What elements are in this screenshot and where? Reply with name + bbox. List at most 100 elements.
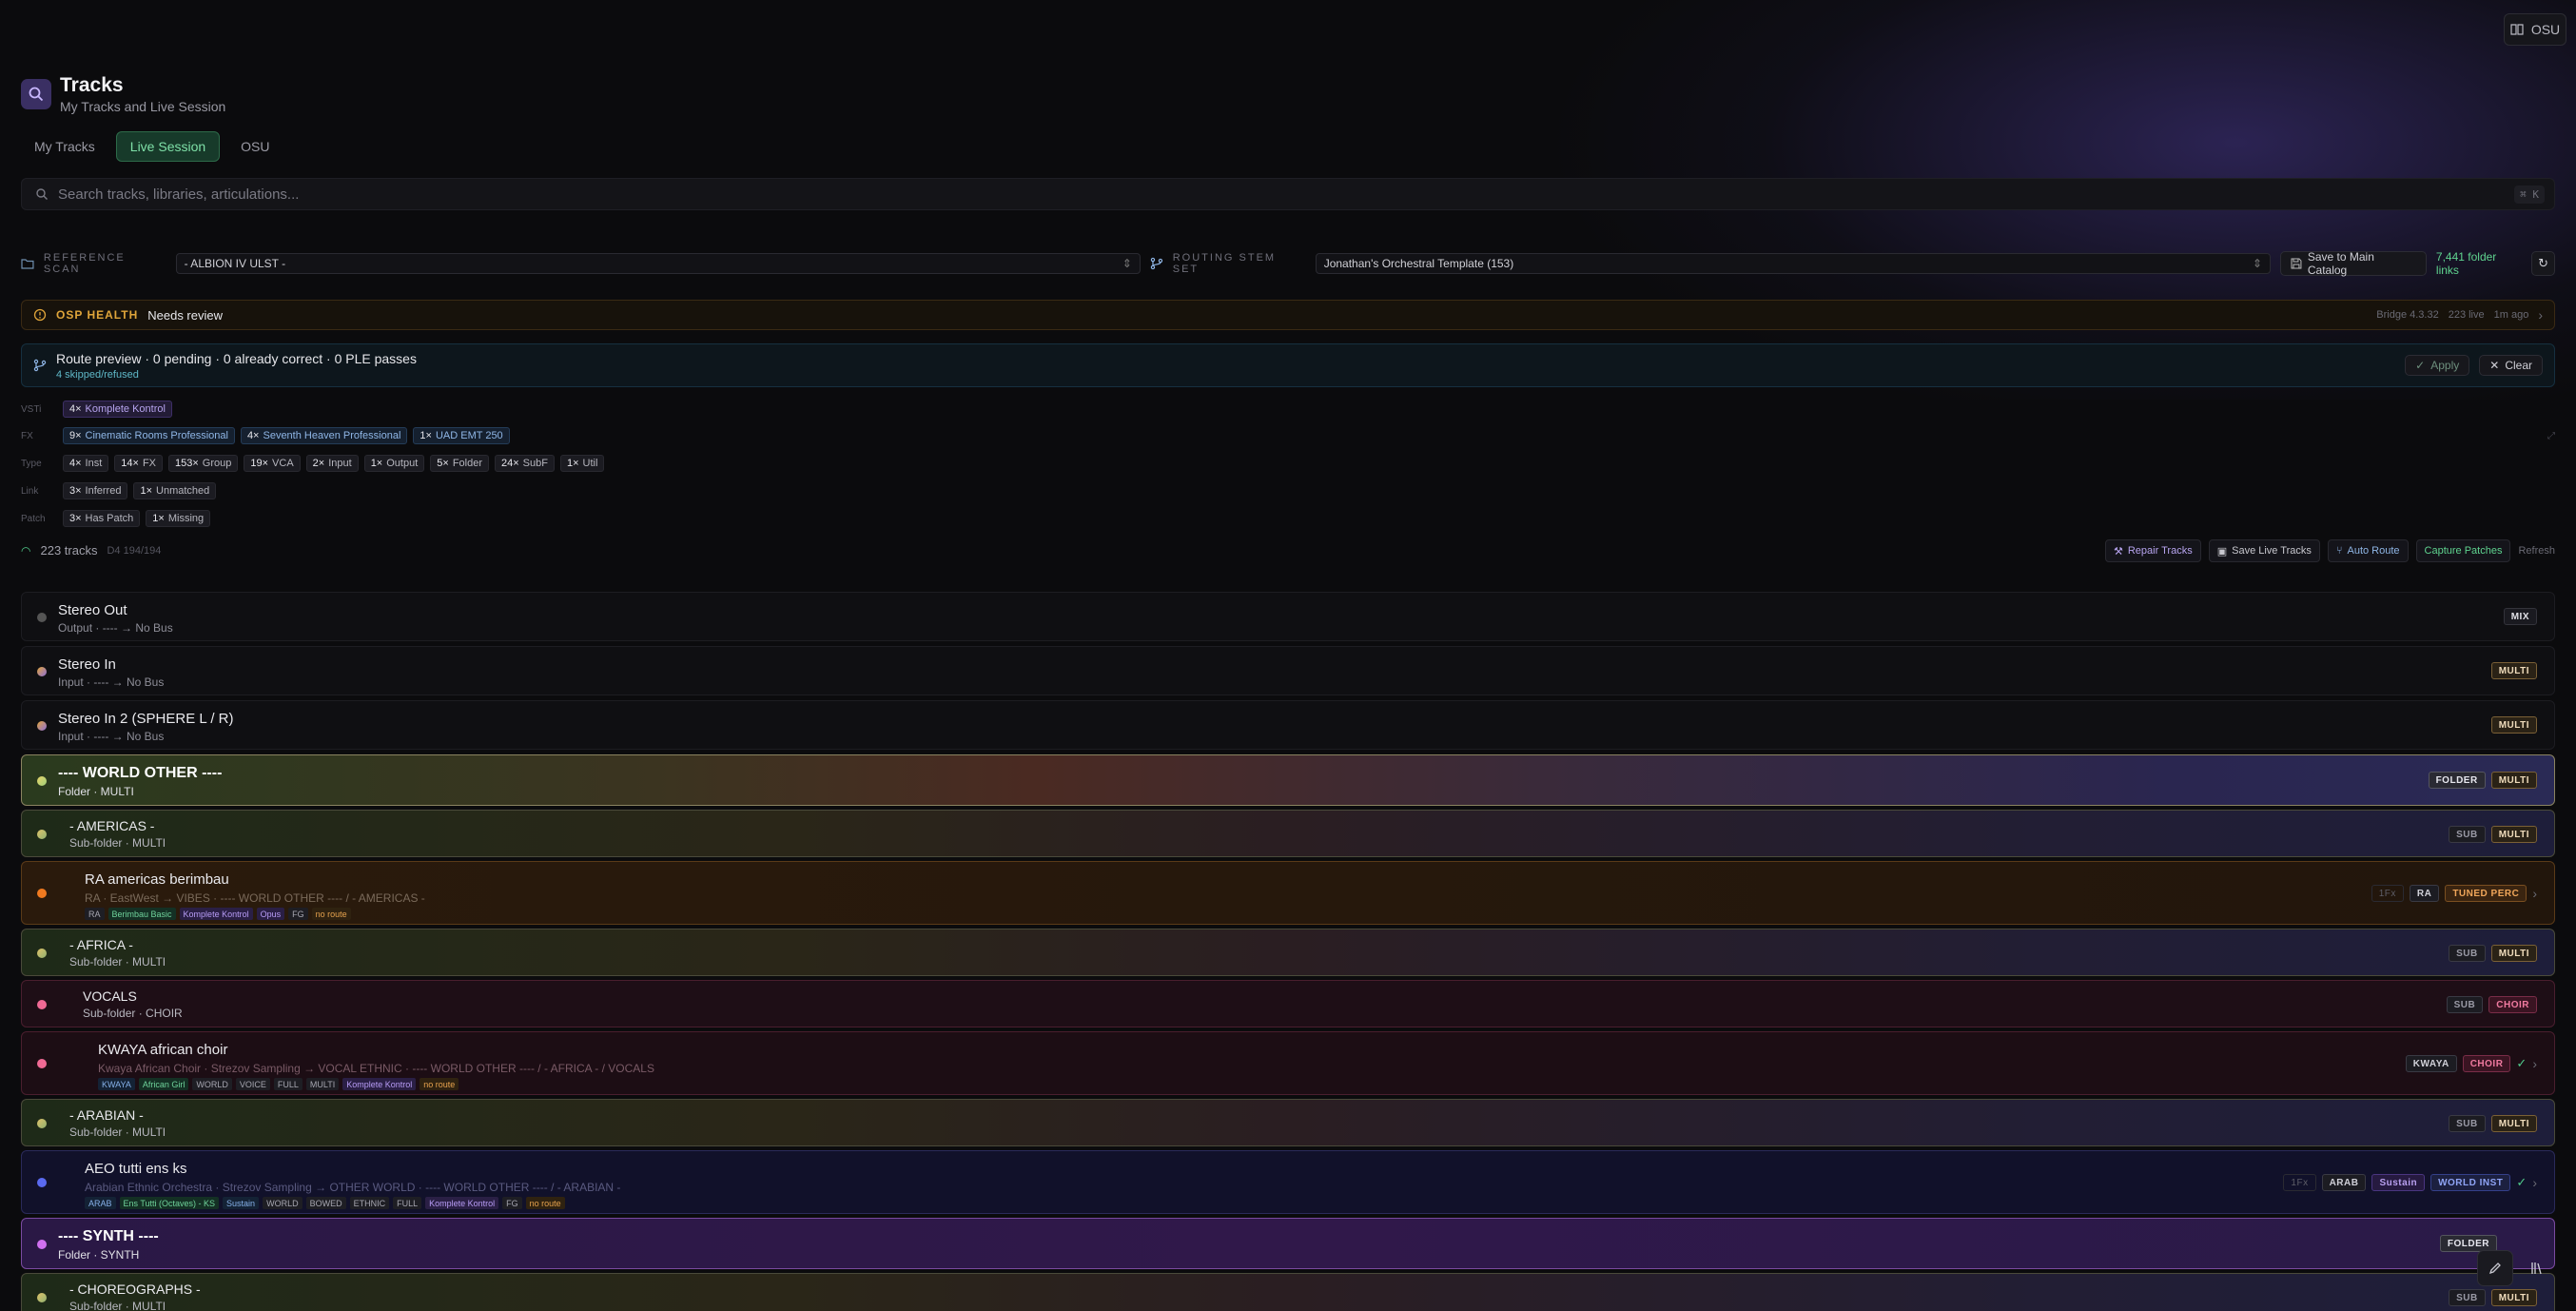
filter-chip[interactable]: 19× VCA bbox=[244, 455, 301, 472]
filter-chip[interactable]: 153× Group bbox=[168, 455, 239, 472]
filter-chip[interactable]: 4× Inst bbox=[63, 455, 109, 472]
track-name: RA americas berimbau bbox=[85, 871, 229, 888]
check-icon: ✓ bbox=[2516, 1056, 2527, 1070]
track-sub: Sub-folder · CHOIR bbox=[83, 1007, 183, 1020]
track-row[interactable]: - ARABIAN - Sub-folder · MULTI SUB MULTI bbox=[21, 1099, 2555, 1146]
filter-chip[interactable]: 3× Inferred bbox=[63, 482, 128, 499]
track-tag: African Girl bbox=[138, 1078, 189, 1090]
repair-tracks-button[interactable]: ⚒ Repair Tracks bbox=[2104, 539, 2201, 562]
chip-count: 24× bbox=[501, 458, 519, 469]
clear-button[interactable]: ✕ Clear bbox=[2479, 355, 2543, 376]
track-badge: MULTI bbox=[2490, 826, 2537, 843]
check-icon: ✓ bbox=[2415, 359, 2426, 372]
track-name: - AMERICAS - bbox=[69, 818, 155, 833]
filter-chip[interactable]: 5× Folder bbox=[430, 455, 489, 472]
library-button[interactable] bbox=[2519, 1250, 2555, 1286]
track-color-dot bbox=[37, 949, 47, 958]
auto-route-button[interactable]: ⑂ Auto Route bbox=[2327, 539, 2409, 562]
filter-chip[interactable]: 1× UAD EMT 250 bbox=[413, 427, 510, 444]
save-to-main-catalog-button[interactable]: Save to Main Catalog bbox=[2279, 250, 2427, 277]
chip-label: Inferred bbox=[85, 485, 122, 497]
save-live-tracks-button[interactable]: ▣ Save Live Tracks bbox=[2208, 539, 2320, 562]
track-row[interactable]: - AMERICAS - Sub-folder · MULTI SUB MULT… bbox=[21, 810, 2555, 857]
routing-stem-label: ROUTING STEM SET bbox=[1172, 252, 1277, 275]
refresh-link[interactable]: Refresh bbox=[2518, 545, 2555, 557]
track-row[interactable]: - CHOREOGRAPHS - Sub-folder · MULTI SUB … bbox=[21, 1273, 2555, 1311]
chevron-right-icon[interactable]: › bbox=[2532, 886, 2537, 901]
filter-chip[interactable]: 1× Unmatched bbox=[133, 482, 217, 499]
track-sub: Kwaya African Choir · Strezov Sampling →… bbox=[98, 1062, 654, 1075]
osu-button[interactable]: OSU bbox=[2504, 13, 2566, 46]
filter-chip[interactable]: 14× FX bbox=[114, 455, 164, 472]
track-tag: Sustain bbox=[223, 1197, 260, 1209]
tab-my-tracks[interactable]: My Tracks bbox=[21, 131, 108, 162]
track-tag: FULL bbox=[393, 1197, 422, 1209]
track-row[interactable]: Stereo In 2 (SPHERE L / R) Input · ---- … bbox=[21, 700, 2555, 750]
track-row[interactable]: KWAYA african choir Kwaya African Choir … bbox=[21, 1031, 2555, 1095]
alert-circle-icon bbox=[33, 308, 47, 322]
track-row[interactable]: Stereo In Input · ---- → No Bus MULTI bbox=[21, 646, 2555, 695]
track-extra: D4 194/194 bbox=[107, 544, 162, 557]
search-icon bbox=[29, 87, 44, 102]
search-input[interactable] bbox=[58, 186, 2506, 203]
chip-count: 1× bbox=[370, 458, 383, 469]
last-update: 1m ago bbox=[2493, 309, 2529, 321]
filter-chip[interactable]: 4× Seventh Heaven Professional bbox=[240, 427, 408, 444]
branch-icon: ⑂ bbox=[2335, 545, 2343, 557]
filter-chip[interactable]: 1× Missing bbox=[146, 510, 211, 527]
track-row[interactable]: ---- SYNTH ---- Folder · SYNTH FOLDER bbox=[21, 1218, 2555, 1269]
track-name: AEO tutti ens ks bbox=[85, 1161, 187, 1177]
clear-label: Clear bbox=[2505, 359, 2532, 372]
filter-chip[interactable]: 1× Util bbox=[559, 455, 605, 472]
filter-chip[interactable]: 9× Cinematic Rooms Professional bbox=[63, 427, 235, 444]
select-chevron-icon: ⇕ bbox=[2252, 257, 2262, 270]
wifi-icon: ◠ bbox=[21, 543, 31, 558]
track-color-dot bbox=[37, 1240, 47, 1249]
osp-health-bar[interactable]: OSP HEALTH Needs review Bridge 4.3.32 22… bbox=[21, 300, 2555, 330]
track-badge: MULTI bbox=[2490, 662, 2537, 679]
filter-chip[interactable]: 4× Komplete Kontrol bbox=[63, 401, 172, 418]
track-row[interactable]: ---- WORLD OTHER ---- Folder · MULTI FOL… bbox=[21, 754, 2555, 806]
track-row[interactable]: - AFRICA - Sub-folder · MULTI SUB MULTI bbox=[21, 929, 2555, 976]
track-sub: Folder · SYNTH bbox=[58, 1248, 140, 1262]
track-badge: SUB bbox=[2449, 1115, 2486, 1132]
filter-row-vsti: VSTi 4× Komplete Kontrol bbox=[21, 401, 172, 418]
track-row[interactable]: Stereo Out Output · ---- → No Bus MIX bbox=[21, 592, 2555, 641]
filter-chip[interactable]: 24× SubF bbox=[495, 455, 555, 472]
track-sub: RA · EastWest → VIBES · ---- WORLD OTHER… bbox=[85, 891, 425, 905]
filter-chip[interactable]: 3× Has Patch bbox=[63, 510, 141, 527]
tab-live-session[interactable]: Live Session bbox=[115, 131, 221, 162]
track-row[interactable]: VOCALS Sub-folder · CHOIR SUB CHOIR bbox=[21, 980, 2555, 1027]
branch-icon bbox=[1150, 257, 1162, 270]
filter-label: Patch bbox=[21, 513, 46, 524]
track-badge: TUNED PERC bbox=[2445, 885, 2527, 902]
track-color-dot bbox=[37, 1000, 47, 1009]
track-name: VOCALS bbox=[83, 988, 137, 1004]
track-row[interactable]: RA americas berimbau RA · EastWest → VIB… bbox=[21, 861, 2555, 925]
reference-scan-select[interactable]: - ALBION IV ULST - ⇕ bbox=[175, 253, 1141, 274]
expand-icon[interactable]: ⤢ bbox=[2547, 431, 2555, 441]
refresh-reference-button[interactable]: ↻ bbox=[2531, 251, 2556, 276]
track-badge: SUB bbox=[2446, 996, 2484, 1013]
track-badge: MIX bbox=[2503, 608, 2537, 625]
filter-chip[interactable]: 2× Input bbox=[305, 455, 359, 472]
bridge-version: Bridge 4.3.32 bbox=[2376, 309, 2439, 321]
track-actions: ⚒ Repair Tracks ▣ Save Live Tracks ⑂ Auto R… bbox=[2104, 539, 2555, 562]
chip-label: Group bbox=[202, 458, 232, 469]
track-name: Stereo Out bbox=[58, 602, 127, 618]
chip-count: 3× bbox=[69, 485, 82, 497]
track-row[interactable]: AEO tutti ens ks Arabian Ethnic Orchestr… bbox=[21, 1150, 2555, 1214]
routing-stem-select[interactable]: Jonathan's Orchestral Template (153) ⇕ bbox=[1315, 253, 2271, 274]
track-tag: Komplete Kontrol bbox=[179, 908, 253, 920]
chevron-right-icon[interactable]: › bbox=[2532, 1175, 2537, 1190]
track-badge: WORLD INST bbox=[2430, 1174, 2511, 1191]
track-color-dot bbox=[37, 1059, 47, 1068]
track-tag: RA bbox=[85, 908, 105, 920]
pen-tool-button[interactable] bbox=[2477, 1250, 2513, 1286]
apply-button[interactable]: ✓ Apply bbox=[2405, 355, 2470, 376]
tab-osu[interactable]: OSU bbox=[227, 131, 283, 162]
track-tag: KWAYA bbox=[98, 1078, 135, 1090]
chevron-right-icon[interactable]: › bbox=[2532, 1056, 2537, 1071]
filter-chip[interactable]: 1× Output bbox=[363, 455, 425, 472]
capture-patches-button[interactable]: Capture Patches bbox=[2415, 539, 2511, 562]
